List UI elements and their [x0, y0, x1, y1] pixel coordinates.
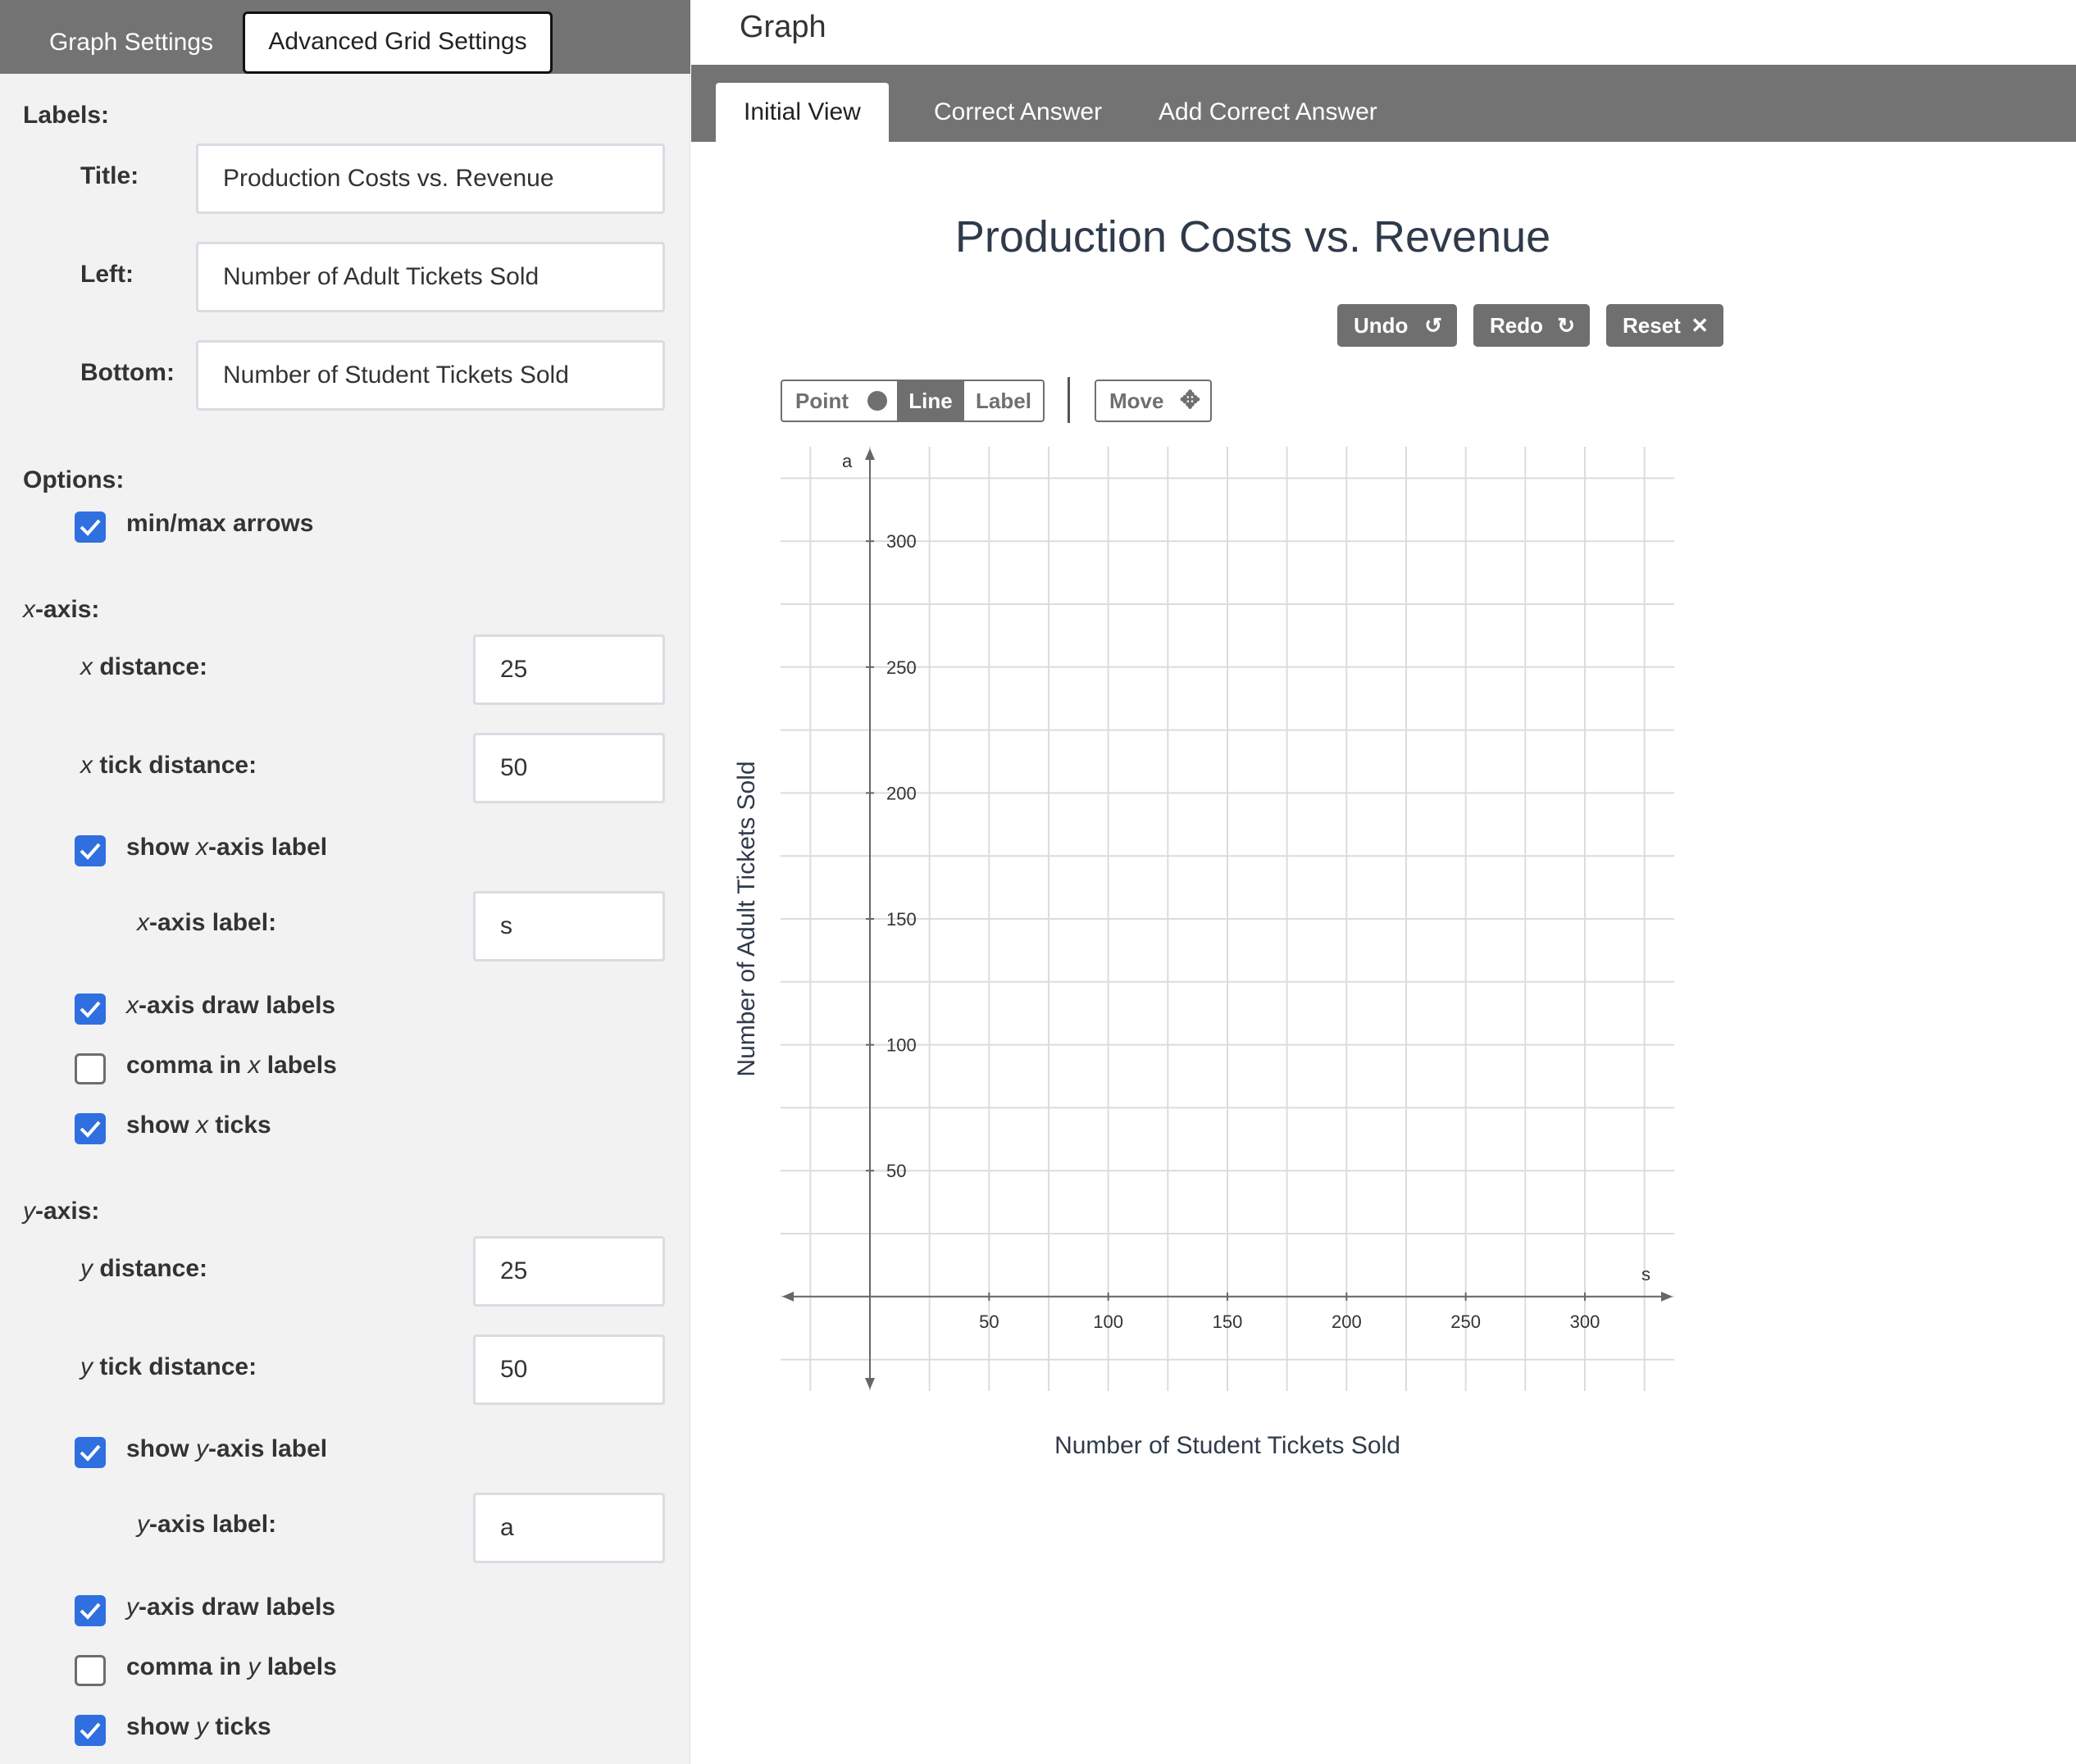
- x-axis-max-arrow: [1661, 1291, 1673, 1302]
- y-axis-letter: a: [842, 451, 853, 471]
- y-tick-label: 100: [886, 1035, 917, 1056]
- y-tick-label: 50: [886, 1161, 906, 1181]
- y-tick-label: 150: [886, 909, 917, 930]
- graph-area[interactable]: 50 100 150 200 250 300 50 100 150 200 250 300 s a N…: [0, 0, 2076, 1764]
- x-tick-label: 250: [1450, 1312, 1481, 1332]
- ticks: 50 100 150 200 250 300 50 100 150 200 250 300: [866, 531, 1600, 1332]
- y-tick-label: 200: [886, 783, 917, 803]
- x-tick-label: 50: [979, 1312, 999, 1332]
- y-axis-min-arrow: [865, 1378, 875, 1389]
- y-axis-title: Number of Adult Tickets Sold: [733, 761, 760, 1076]
- x-axis-min-arrow: [782, 1291, 794, 1302]
- x-tick-label: 300: [1570, 1312, 1600, 1332]
- x-tick-label: 200: [1332, 1312, 1362, 1332]
- x-tick-label: 100: [1093, 1312, 1123, 1332]
- y-axis-max-arrow: [865, 448, 875, 460]
- y-tick-label: 250: [886, 657, 917, 678]
- x-tick-label: 150: [1213, 1312, 1243, 1332]
- x-axis-title: Number of Student Tickets Sold: [1054, 1432, 1400, 1459]
- y-tick-label: 300: [886, 531, 917, 552]
- x-axis-letter: s: [1641, 1264, 1650, 1284]
